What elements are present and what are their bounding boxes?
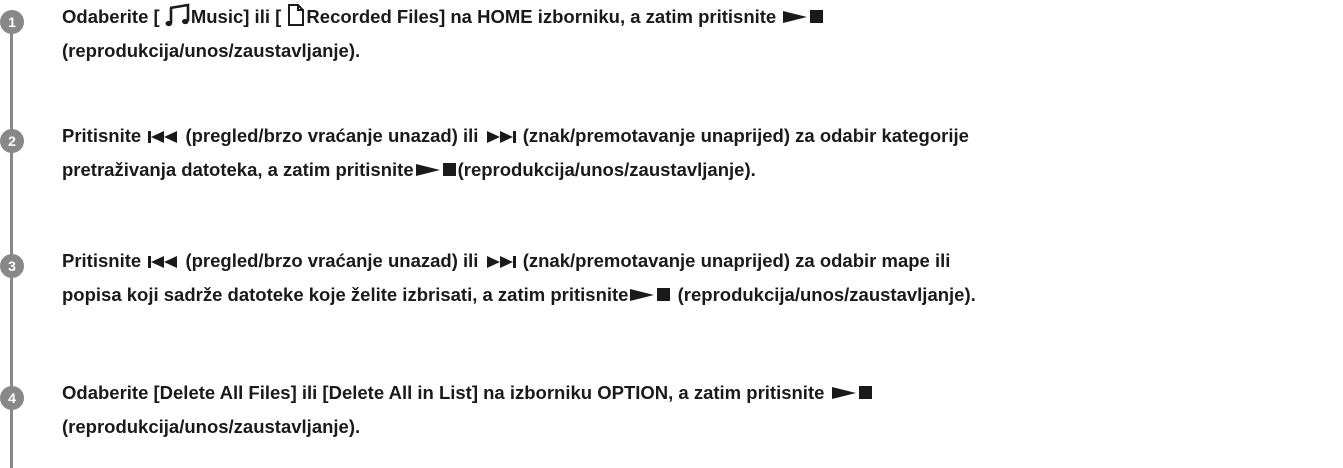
step-1-line-1: Odaberite [ Music] ili [ Recorded Files]…	[62, 0, 1343, 34]
step-2-text: Pritisnite (pregled/brzo vraćanje unazad…	[62, 119, 1343, 187]
step-3-line-2: popisa koji sadrže datoteke koje želite …	[62, 284, 976, 305]
step-3-text: Pritisnite (pregled/brzo vraćanje unazad…	[62, 244, 1343, 312]
step-number-badge: 1	[0, 10, 24, 34]
step-2-line-2: pretraživanja datoteka, a zatim pritisni…	[62, 159, 756, 180]
step-4-line-1: Odaberite [Delete All Files] ili [Delete…	[62, 376, 1343, 410]
step-1-text: Odaberite [ Music] ili [ Recorded Files]…	[62, 0, 1343, 68]
step-1-line-2: (reprodukcija/unos/zaustavljanje).	[62, 40, 361, 61]
step-number-badge: 2	[0, 129, 24, 153]
play-stop-icon	[414, 160, 458, 180]
music-note-icon	[165, 3, 191, 27]
step-number-badge: 3	[0, 254, 24, 278]
step-3-line-1: Pritisnite (pregled/brzo vraćanje unazad…	[62, 250, 951, 271]
play-stop-icon	[628, 285, 672, 305]
document-icon	[286, 3, 306, 27]
next-fast-forward-icon	[484, 128, 518, 146]
step-4-text: Odaberite [Delete All Files] ili [Delete…	[62, 376, 1343, 444]
step-2-line-1: Pritisnite (pregled/brzo vraćanje unazad…	[62, 125, 969, 146]
step-4-line-2: (reprodukcija/unos/zaustavljanje).	[62, 416, 361, 437]
previous-rewind-icon	[146, 128, 180, 146]
play-stop-icon	[781, 7, 825, 27]
next-fast-forward-icon	[484, 253, 518, 271]
previous-rewind-icon	[146, 253, 180, 271]
step-number-badge: 4	[0, 386, 24, 410]
play-stop-icon	[830, 383, 874, 403]
procedure-steps: 1 Odaberite [ Music] ili [Recorded File…	[0, 0, 1343, 468]
